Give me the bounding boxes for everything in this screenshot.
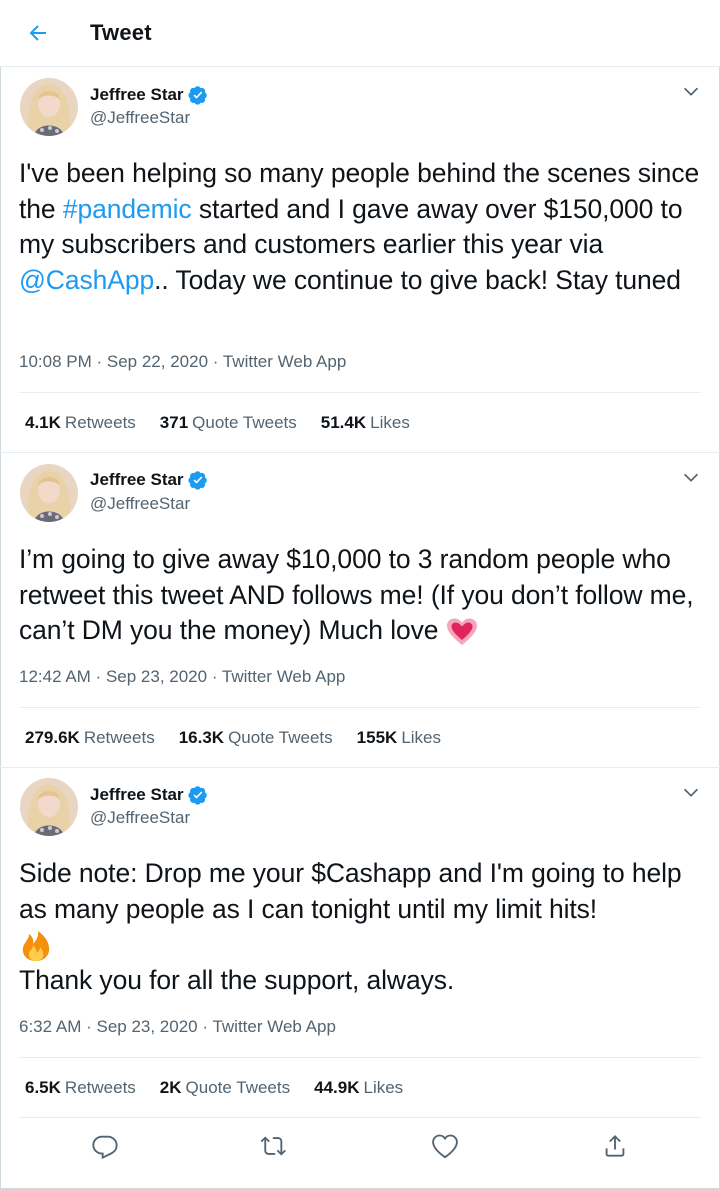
tweet-time[interactable]: 6:32 AM xyxy=(19,1017,81,1036)
top-bar: Tweet xyxy=(0,0,720,67)
quote-tweets-label: Quote Tweets xyxy=(228,728,333,747)
mention-link[interactable]: @CashApp xyxy=(19,265,154,295)
pink-heart-emoji xyxy=(446,618,477,645)
retweets-count: 4.1K xyxy=(25,413,61,432)
separator: · xyxy=(91,352,107,371)
retweet-icon[interactable] xyxy=(260,1132,288,1160)
avatar[interactable] xyxy=(20,464,78,522)
retweets-stat[interactable]: 279.6K Retweets xyxy=(25,728,155,748)
share-icon[interactable] xyxy=(601,1132,629,1160)
retweets-count: 279.6K xyxy=(25,728,80,747)
separator: · xyxy=(207,667,222,686)
reply-icon[interactable] xyxy=(91,1132,119,1160)
likes-stat[interactable]: 44.9K Likes xyxy=(314,1078,403,1098)
quote-tweets-count: 2K xyxy=(159,1078,182,1097)
author-name[interactable]: Jeffree Star xyxy=(90,785,184,805)
avatar-image xyxy=(20,78,78,136)
tweet-time[interactable]: 12:42 AM xyxy=(19,667,91,686)
tweet-metadata: 12:42 AM · Sep 23, 2020 · Twitter Web Ap… xyxy=(19,667,345,687)
author-name-row[interactable]: Jeffree Star xyxy=(90,470,208,490)
retweets-label: Retweets xyxy=(64,413,136,432)
tweet-text-segment: Thank you for all the support, always. xyxy=(19,964,455,995)
quote-tweets-count: 371 xyxy=(159,413,189,432)
tweet-source[interactable]: Twitter Web App xyxy=(223,352,346,371)
separator: · xyxy=(197,1017,213,1036)
quote-tweets-stat[interactable]: 16.3K Quote Tweets xyxy=(179,728,333,748)
likes-label: Likes xyxy=(370,413,410,432)
likes-stat[interactable]: 155K Likes xyxy=(357,728,441,748)
quote-tweets-label: Quote Tweets xyxy=(185,1078,291,1097)
separator: · xyxy=(90,667,106,686)
verified-badge-icon xyxy=(187,471,207,490)
chevron-down-icon[interactable] xyxy=(680,466,702,488)
tweet-source[interactable]: Twitter Web App xyxy=(222,667,345,686)
tweet-stats: 4.1K Retweets 371 Quote Tweets 51.4K Likes xyxy=(25,413,434,433)
quote-tweets-label: Quote Tweets xyxy=(192,413,297,432)
likes-count: 44.9K xyxy=(314,1078,360,1097)
avatar[interactable] xyxy=(20,778,78,836)
fire-emoji xyxy=(22,931,50,961)
back-arrow-icon xyxy=(29,25,46,41)
likes-stat[interactable]: 51.4K Likes xyxy=(321,413,410,433)
author-name-row[interactable]: Jeffree Star xyxy=(90,85,208,105)
author-handle[interactable]: @JeffreeStar xyxy=(90,494,190,514)
tweet-text-segment: .. Today we continue to give back! Stay … xyxy=(154,264,681,295)
retweets-count: 6.5K xyxy=(25,1078,61,1097)
tweet-stats: 6.5K Retweets 2K Quote Tweets 44.9K Likes xyxy=(25,1078,427,1098)
author-name[interactable]: Jeffree Star xyxy=(90,85,184,105)
like-icon[interactable] xyxy=(431,1132,459,1160)
tweet-date[interactable]: Sep 23, 2020 xyxy=(96,1017,197,1036)
avatar-image xyxy=(20,778,78,836)
page-title: Tweet xyxy=(90,20,152,45)
retweets-stat[interactable]: 4.1K Retweets xyxy=(25,413,136,433)
tweet-text-segment: Side note: Drop me your $Cashapp and I'm… xyxy=(19,858,682,924)
tweet-metadata: 6:32 AM · Sep 23, 2020 · Twitter Web App xyxy=(19,1017,336,1037)
tweet-source[interactable]: Twitter Web App xyxy=(212,1017,335,1036)
likes-count: 155K xyxy=(356,728,398,747)
separator: · xyxy=(81,1017,97,1036)
avatar-image xyxy=(20,464,78,522)
separator: · xyxy=(208,352,223,371)
divider xyxy=(19,392,701,393)
tweet-separator xyxy=(0,452,720,453)
chevron-down-icon[interactable] xyxy=(680,80,702,102)
tweet-date[interactable]: Sep 23, 2020 xyxy=(106,667,207,686)
author-handle[interactable]: @JeffreeStar xyxy=(90,108,190,128)
quote-tweets-stat[interactable]: 371 Quote Tweets xyxy=(160,413,297,433)
tweet-actions-bar xyxy=(0,1118,720,1174)
author-handle[interactable]: @JeffreeStar xyxy=(90,808,190,828)
tweet-time[interactable]: 10:08 PM xyxy=(19,352,92,371)
verified-badge-icon xyxy=(187,86,207,105)
tweet-text: I’m going to give away $10,000 to 3 rand… xyxy=(19,542,704,649)
divider xyxy=(19,707,701,708)
back-button[interactable] xyxy=(22,17,54,49)
tweet-date[interactable]: Sep 22, 2020 xyxy=(107,352,208,371)
hashtag-link[interactable]: #pandemic xyxy=(63,194,192,224)
divider xyxy=(19,1057,701,1058)
verified-badge-icon xyxy=(187,786,207,805)
tweet-text: I've been helping so many people behind … xyxy=(19,156,704,298)
author-name[interactable]: Jeffree Star xyxy=(90,470,184,490)
tweet-separator xyxy=(0,767,720,768)
tweet-metadata: 10:08 PM · Sep 22, 2020 · Twitter Web Ap… xyxy=(19,352,346,372)
author-name-row[interactable]: Jeffree Star xyxy=(90,785,208,805)
retweets-label: Retweets xyxy=(83,728,155,747)
tweet-text: Side note: Drop me your $Cashapp and I'm… xyxy=(19,856,704,998)
quote-tweets-count: 16.3K xyxy=(178,728,225,747)
likes-count: 51.4K xyxy=(320,413,367,432)
likes-label: Likes xyxy=(363,1078,404,1097)
tweet-stats: 279.6K Retweets 16.3K Quote Tweets 155K Lik… xyxy=(25,728,465,748)
tweet-text-segment: I’m going to give away $10,000 to 3 rand… xyxy=(19,544,694,645)
retweets-label: Retweets xyxy=(64,1078,136,1097)
quote-tweets-stat[interactable]: 2K Quote Tweets xyxy=(160,1078,290,1098)
retweets-stat[interactable]: 6.5K Retweets xyxy=(25,1078,136,1098)
likes-label: Likes xyxy=(401,728,441,747)
avatar[interactable] xyxy=(20,78,78,136)
chevron-down-icon[interactable] xyxy=(680,781,702,803)
